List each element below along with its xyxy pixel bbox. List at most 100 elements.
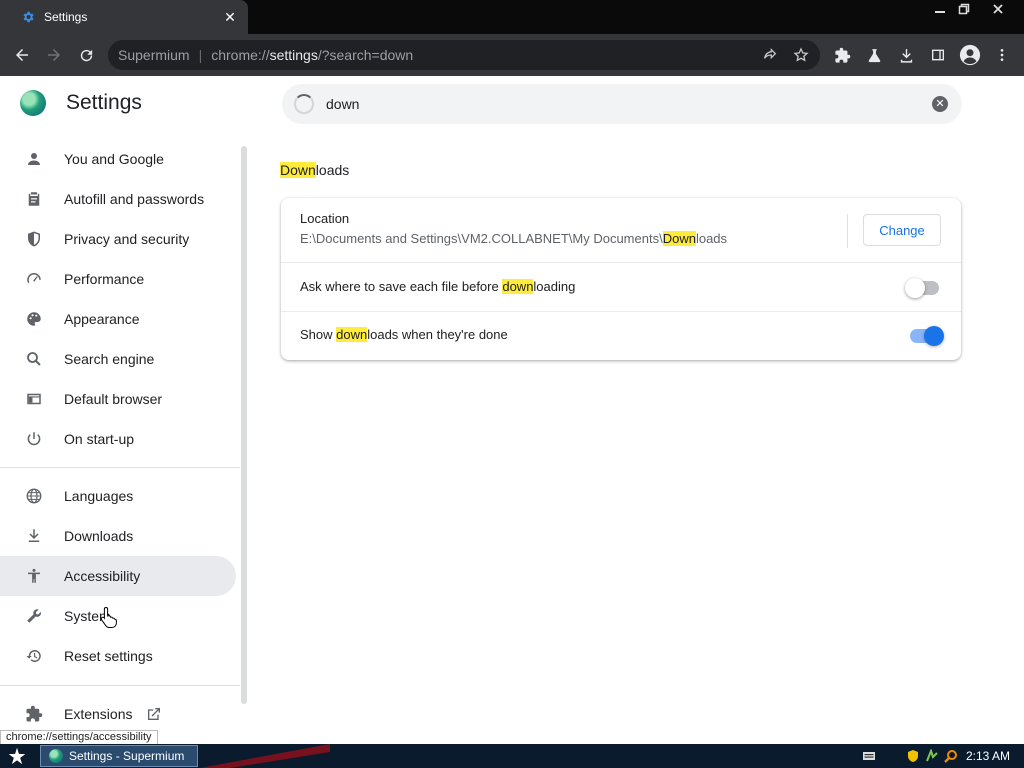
toggle-knob xyxy=(924,326,944,346)
sidebar-scrollbar[interactable] xyxy=(240,134,248,742)
arrow-right-icon xyxy=(48,49,60,61)
reload-icon xyxy=(80,49,92,61)
sidebar-item-on-startup[interactable]: On start-up xyxy=(0,419,236,459)
start-button[interactable] xyxy=(2,745,32,767)
arrow-left-icon xyxy=(16,49,28,61)
sidebar-item-label: Downloads xyxy=(64,528,134,544)
network-icon[interactable] xyxy=(925,749,939,763)
show-downloads-label: Show downloads when they're done xyxy=(300,327,508,342)
share-icon[interactable] xyxy=(762,47,778,63)
search-tray-icon[interactable] xyxy=(944,749,958,763)
speedometer-icon xyxy=(24,269,44,289)
gear-icon xyxy=(20,9,36,25)
screen: Settings ✕ Supermium | chrome://settings… xyxy=(0,0,1024,768)
omnibox-url-host: settings xyxy=(269,47,318,63)
show-downloads-toggle[interactable] xyxy=(910,326,944,346)
sidebar-item-extensions[interactable]: Extensions xyxy=(0,694,236,734)
search-highlight: down xyxy=(336,327,368,342)
sidebar-item-languages[interactable]: Languages xyxy=(0,476,236,516)
page-title: Settings xyxy=(66,91,142,114)
settings-header: Settings xyxy=(20,90,142,116)
history-icon xyxy=(24,646,44,666)
reload-button[interactable] xyxy=(72,41,100,69)
ask-where-label-post: loading xyxy=(533,279,576,294)
sidebar-item-reset[interactable]: Reset settings xyxy=(0,636,236,676)
show-downloads-row[interactable]: Show downloads when they're done xyxy=(281,311,961,360)
search-icon xyxy=(24,349,44,369)
sidebar-item-label: Autofill and passwords xyxy=(64,191,205,207)
ask-where-row[interactable]: Ask where to save each file before downl… xyxy=(281,262,961,311)
sidebar-item-label: Privacy and security xyxy=(64,231,190,247)
ask-where-toggle[interactable] xyxy=(905,278,939,298)
settings-sidebar: You and Google Autofill and passwords Pr… xyxy=(0,134,248,744)
section-title-downloads: Downloads xyxy=(280,162,349,178)
sidebar-item-downloads[interactable]: Downloads xyxy=(0,516,236,556)
sidebar-item-system[interactable]: System xyxy=(0,596,236,636)
power-icon xyxy=(24,429,44,449)
tab-strip: Settings ✕ xyxy=(0,0,1024,34)
wrench-icon xyxy=(24,606,44,626)
sidebar-item-label: Search engine xyxy=(64,351,155,367)
sidebar-item-label: Appearance xyxy=(64,311,140,327)
search-highlight: Down xyxy=(280,162,316,178)
location-row: Location E:\Documents and Settings\VM2.C… xyxy=(281,198,961,262)
address-bar[interactable]: Supermium | chrome://settings/?search=do… xyxy=(108,40,820,70)
sidebar-item-privacy[interactable]: Privacy and security xyxy=(0,219,236,259)
sidebar-item-label: Accessibility xyxy=(64,568,141,584)
ask-where-label-pre: Ask where to save each file before xyxy=(300,279,503,294)
settings-search[interactable]: ✕ xyxy=(282,84,962,124)
tab-settings[interactable]: Settings ✕ xyxy=(0,0,248,34)
sidebar-item-search-engine[interactable]: Search engine xyxy=(0,339,236,379)
sidebar-item-autofill[interactable]: Autofill and passwords xyxy=(0,179,236,219)
clipboard-icon xyxy=(24,189,44,209)
labs-button[interactable] xyxy=(860,41,888,69)
download-icon xyxy=(24,526,44,546)
external-link-icon[interactable] xyxy=(146,706,162,722)
taskbar-item-settings[interactable]: Settings - Supermium xyxy=(40,745,198,767)
restore-button[interactable] xyxy=(950,0,978,18)
close-window-button[interactable] xyxy=(984,0,1012,18)
search-input[interactable] xyxy=(326,96,886,112)
sidebar-item-performance[interactable]: Performance xyxy=(0,259,236,299)
omnibox-url-prefix: chrome:// xyxy=(211,47,270,63)
status-bubble: chrome://settings/accessibility xyxy=(0,730,158,745)
supermium-logo-icon xyxy=(49,749,63,763)
taskbar: Settings - Supermium 2:13 AM xyxy=(0,744,1024,768)
menu-button[interactable] xyxy=(988,41,1016,69)
taskbar-item-label: Settings - Supermium xyxy=(69,749,185,763)
download-icon xyxy=(900,48,912,63)
downloads-button[interactable] xyxy=(892,41,920,69)
sidebar-divider xyxy=(0,685,240,686)
omnibox-app-name: Supermium xyxy=(118,47,190,63)
sidebar-item-default-browser[interactable]: Default browser xyxy=(0,379,236,419)
search-highlight: Down xyxy=(662,231,696,246)
change-location-button[interactable]: Change xyxy=(863,214,941,246)
clear-search-icon[interactable]: ✕ xyxy=(932,96,948,112)
side-panel-button[interactable] xyxy=(924,41,952,69)
sidebar-item-appearance[interactable]: Appearance xyxy=(0,299,236,339)
forward-button[interactable] xyxy=(40,41,68,69)
back-button[interactable] xyxy=(8,41,36,69)
security-shield-icon[interactable] xyxy=(906,749,920,763)
scrollbar-thumb[interactable] xyxy=(241,146,247,704)
sidebar-item-label: You and Google xyxy=(64,151,164,167)
bookmark-star-icon[interactable] xyxy=(793,47,809,63)
omnibox-url-rest: /?search=down xyxy=(317,47,414,63)
start-star-icon xyxy=(8,747,26,765)
show-downloads-label-post: loads when they're done xyxy=(367,327,508,342)
puzzle-icon xyxy=(24,704,44,724)
more-vert-icon xyxy=(1000,49,1004,61)
sidebar-divider xyxy=(0,467,240,468)
keyboard-icon[interactable] xyxy=(862,749,876,763)
sidebar-item-label: Default browser xyxy=(64,391,163,407)
extensions-button[interactable] xyxy=(828,41,856,69)
downloads-card: Location E:\Documents and Settings\VM2.C… xyxy=(281,198,961,360)
tab-close-icon[interactable]: ✕ xyxy=(218,9,242,26)
toggle-knob xyxy=(905,278,925,298)
profile-button[interactable] xyxy=(956,41,984,69)
hand-cursor-icon xyxy=(100,606,117,628)
ask-where-label: Ask where to save each file before downl… xyxy=(300,279,575,294)
tab-title: Settings xyxy=(44,10,88,24)
sidebar-item-you-and-google[interactable]: You and Google xyxy=(0,139,236,179)
sidebar-item-accessibility[interactable]: Accessibility xyxy=(0,556,236,596)
